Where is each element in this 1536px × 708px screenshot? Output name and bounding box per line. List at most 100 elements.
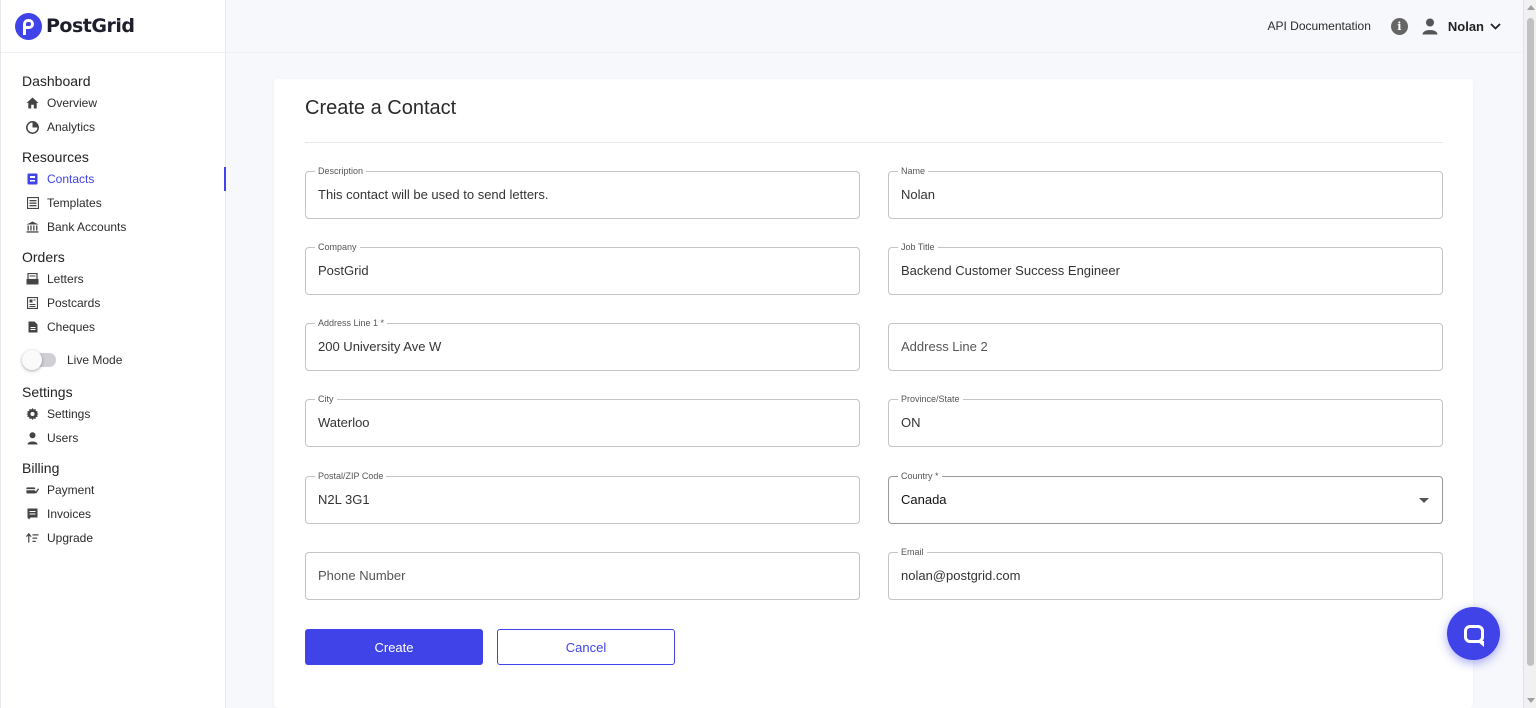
section-title-dashboard: Dashboard [22, 73, 91, 89]
sidebar-item-label: Users [47, 431, 79, 445]
dropdown-caret-icon [1419, 498, 1429, 503]
field-label: Province/State [898, 392, 963, 406]
field-value: 200 University Ave W [318, 339, 442, 354]
sidebar-item-label: Contacts [47, 172, 95, 186]
postcard-icon [26, 297, 39, 310]
sidebar-item-overview[interactable]: Overview [1, 91, 225, 115]
chat-icon [1463, 624, 1484, 647]
sidebar-item-label: Templates [47, 196, 102, 210]
company-field[interactable]: Company PostGrid [305, 240, 860, 295]
user-icon [26, 431, 39, 445]
sidebar-item-label: Cheques [47, 320, 96, 334]
field-label: Description [315, 164, 367, 178]
sidebar-item-bank-accounts[interactable]: Bank Accounts [1, 215, 225, 239]
section-title-settings: Settings [22, 384, 73, 400]
sidebar-item-label: Overview [47, 96, 98, 110]
user-name: Nolan [1447, 18, 1484, 34]
sidebar-item-upgrade[interactable]: Upgrade [1, 526, 225, 550]
field-value: Nolan [901, 187, 935, 202]
letter-icon [26, 273, 39, 286]
sidebar-item-label: Analytics [47, 120, 96, 134]
scroll-up-arrow-icon[interactable] [1527, 5, 1535, 10]
sidebar-nav: Dashboard Overview Analytics Resources C… [1, 53, 226, 550]
divider [305, 142, 1443, 143]
sidebar-item-invoices[interactable]: Invoices [1, 502, 225, 526]
postal-code-field[interactable]: Postal/ZIP Code N2L 3G1 [305, 469, 860, 524]
bank-icon [26, 221, 39, 234]
toggle-knob [22, 350, 42, 370]
section-title-billing: Billing [22, 460, 60, 476]
chat-button[interactable] [1447, 607, 1500, 660]
sidebar-item-letters[interactable]: Letters [1, 267, 225, 291]
live-mode-row: Live Mode [1, 348, 225, 372]
logo-text: PostGrid [46, 15, 135, 37]
address-line-2-field[interactable]: Address Line 2 [888, 323, 1443, 371]
country-select[interactable]: Country * Canada [888, 469, 1443, 524]
sidebar-item-analytics[interactable]: Analytics [1, 115, 225, 139]
section-title-orders: Orders [22, 249, 65, 265]
api-documentation-link[interactable]: API Documentation [1267, 19, 1370, 33]
cheque-icon [26, 321, 39, 334]
address-line-1-field[interactable]: Address Line 1 * 200 University Ave W [305, 316, 860, 371]
field-label: City [315, 392, 337, 406]
template-icon [26, 197, 39, 210]
payment-icon [26, 484, 39, 497]
field-value: ON [901, 415, 921, 430]
field-placeholder: Address Line 2 [901, 339, 988, 354]
sidebar-item-contacts[interactable]: Contacts [1, 167, 226, 191]
logo[interactable]: PostGrid [1, 0, 225, 53]
field-value: nolan@postgrid.com [901, 568, 1021, 583]
field-label: Email [898, 545, 927, 559]
gear-icon [26, 407, 39, 421]
job-title-field[interactable]: Job Title Backend Customer Success Engin… [888, 240, 1443, 295]
field-value: Canada [901, 492, 947, 507]
contact-card-icon [26, 173, 39, 186]
pie-chart-icon [26, 120, 39, 134]
city-field[interactable]: City Waterloo [305, 392, 860, 447]
field-value: This contact will be used to send letter… [318, 187, 549, 202]
chevron-down-icon [1490, 17, 1501, 35]
field-label: Country * [898, 469, 942, 483]
top-bar: API Documentation i Nolan [227, 0, 1523, 53]
sidebar-item-settings[interactable]: Settings [1, 402, 225, 426]
sidebar-item-label: Upgrade [47, 531, 94, 545]
section-title-resources: Resources [22, 149, 89, 165]
upgrade-icon [26, 532, 39, 545]
field-value: Waterloo [318, 415, 370, 430]
info-icon[interactable]: i [1390, 17, 1408, 35]
scroll-thumb[interactable] [1527, 18, 1534, 666]
invoice-icon [26, 508, 39, 521]
sidebar-item-label: Letters [47, 272, 84, 286]
sidebar-item-label: Bank Accounts [47, 220, 127, 234]
description-field[interactable]: Description This contact will be used to… [305, 164, 860, 219]
page-title: Create a Contact [305, 97, 457, 119]
sidebar-item-templates[interactable]: Templates [1, 191, 225, 215]
field-label: Address Line 1 * [315, 316, 388, 330]
sidebar-item-postcards[interactable]: Postcards [1, 291, 225, 315]
live-mode-toggle[interactable] [22, 350, 56, 370]
user-menu[interactable]: Nolan [1422, 17, 1501, 35]
create-button[interactable]: Create [305, 629, 483, 665]
home-icon [26, 97, 39, 110]
phone-number-field[interactable]: Phone Number [305, 552, 860, 600]
field-placeholder: Phone Number [318, 568, 406, 583]
postgrid-logo-icon [15, 12, 42, 40]
province-state-field[interactable]: Province/State ON [888, 392, 1443, 447]
field-value: Backend Customer Success Engineer [901, 263, 1120, 278]
field-label: Job Title [898, 240, 938, 254]
email-field[interactable]: Email nolan@postgrid.com [888, 545, 1443, 600]
sidebar-item-users[interactable]: Users [1, 426, 225, 450]
create-contact-card: Create a Contact Description This contac… [274, 79, 1473, 708]
scrollbar[interactable] [1523, 0, 1536, 708]
sidebar-item-label: Invoices [47, 507, 92, 521]
name-field[interactable]: Name Nolan [888, 164, 1443, 219]
sidebar-item-payment[interactable]: Payment [1, 478, 225, 502]
cancel-button[interactable]: Cancel [497, 629, 675, 665]
scroll-down-arrow-icon[interactable] [1527, 698, 1535, 703]
field-label: Name [898, 164, 929, 178]
field-label: Company [315, 240, 360, 254]
sidebar-item-cheques[interactable]: Cheques [1, 315, 225, 339]
field-value: N2L 3G1 [318, 492, 370, 507]
field-value: PostGrid [318, 263, 369, 278]
sidebar-item-label: Payment [47, 483, 95, 497]
